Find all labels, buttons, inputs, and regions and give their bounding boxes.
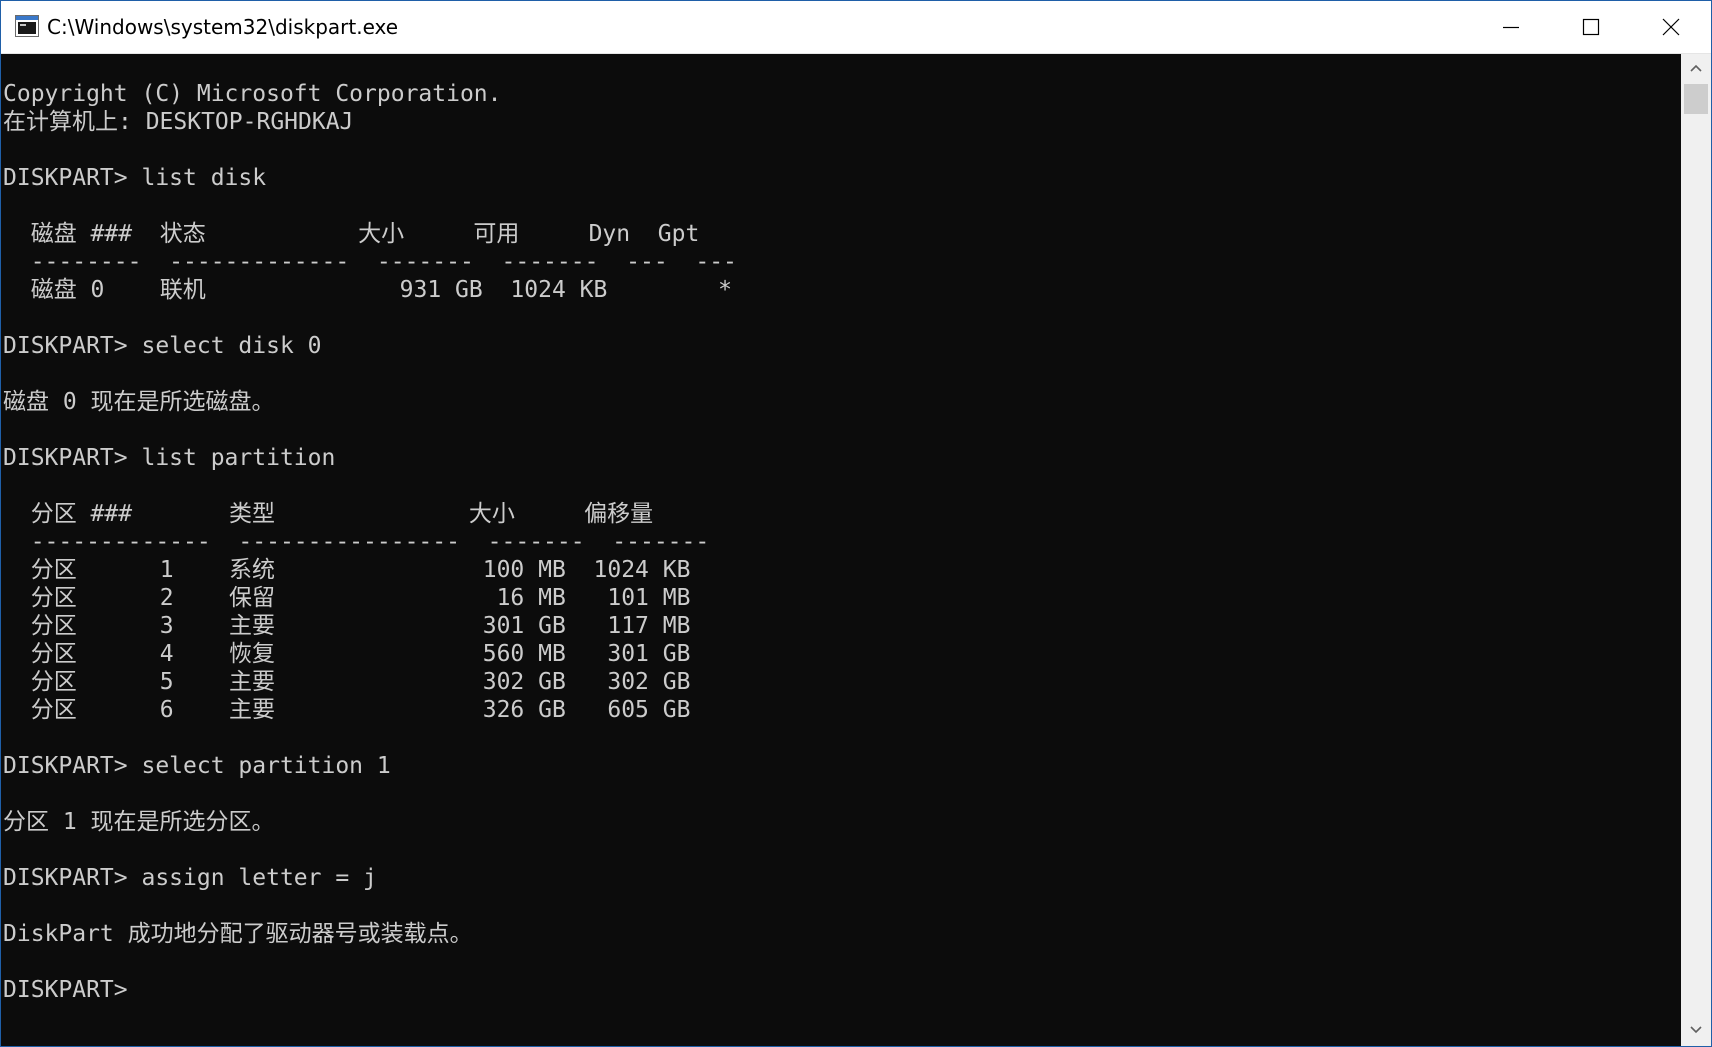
console-line: 分区 5 主要 302 GB 302 GB <box>3 669 691 695</box>
window-title: C:\Windows\system32\diskpart.exe <box>47 15 399 39</box>
console-window-icon[interactable] <box>15 15 39 37</box>
console-line: 磁盘 0 联机 931 GB 1024 KB * <box>3 277 732 303</box>
scroll-up-button[interactable] <box>1681 54 1711 84</box>
console-line: DISKPART> select disk 0 <box>3 333 322 359</box>
minimize-button[interactable] <box>1471 1 1551 53</box>
console-line: 分区 ### 类型 大小 偏移量 <box>3 501 654 527</box>
console-line: ------------- ---------------- ------- -… <box>3 529 710 555</box>
scroll-thumb[interactable] <box>1684 84 1708 114</box>
console-line: DISKPART> assign letter = j <box>3 865 377 891</box>
console-line: 分区 3 主要 301 GB 117 MB <box>3 613 691 639</box>
close-button[interactable] <box>1631 1 1711 53</box>
console-line: 磁盘 ### 状态 大小 可用 Dyn Gpt <box>3 221 700 247</box>
console-line: 分区 6 主要 326 GB 605 GB <box>3 697 691 723</box>
console-line: -------- ------------- ------- ------- -… <box>3 249 737 275</box>
console-line: DiskPart 成功地分配了驱动器号或装载点。 <box>3 921 473 947</box>
console-window: C:\Windows\system32\diskpart.exe Copyrig… <box>0 0 1712 1047</box>
console-line: 在计算机上: DESKTOP-RGHDKAJ <box>3 109 354 135</box>
vertical-scrollbar[interactable] <box>1681 54 1711 1046</box>
title-bar[interactable]: C:\Windows\system32\diskpart.exe <box>1 1 1711 54</box>
console-line: 分区 2 保留 16 MB 101 MB <box>3 585 691 611</box>
maximize-icon <box>1582 18 1600 36</box>
console-line: DISKPART> list disk <box>3 165 267 191</box>
scroll-up-arrow-icon <box>1690 64 1702 72</box>
console-line: 分区 1 现在是所选分区。 <box>3 809 275 835</box>
maximize-button[interactable] <box>1551 1 1631 53</box>
close-icon <box>1662 18 1680 36</box>
console-line: 分区 4 恢复 560 MB 301 GB <box>3 641 691 667</box>
console-line: DISKPART> list partition <box>3 445 336 471</box>
console-line: Copyright (C) Microsoft Corporation. <box>3 81 502 107</box>
console-line: DISKPART> <box>3 977 128 1003</box>
console-text[interactable]: Copyright (C) Microsoft Corporation. 在计算… <box>3 80 737 1004</box>
console-line: 磁盘 0 现在是所选磁盘。 <box>3 389 275 415</box>
console-output-area[interactable]: Copyright (C) Microsoft Corporation. 在计算… <box>1 54 1681 1046</box>
console-line: DISKPART> select partition 1 <box>3 753 391 779</box>
minimize-icon <box>1503 26 1519 29</box>
scroll-down-arrow-icon <box>1690 1026 1702 1034</box>
scroll-down-button[interactable] <box>1681 1016 1711 1046</box>
console-line: 分区 1 系统 100 MB 1024 KB <box>3 557 691 583</box>
